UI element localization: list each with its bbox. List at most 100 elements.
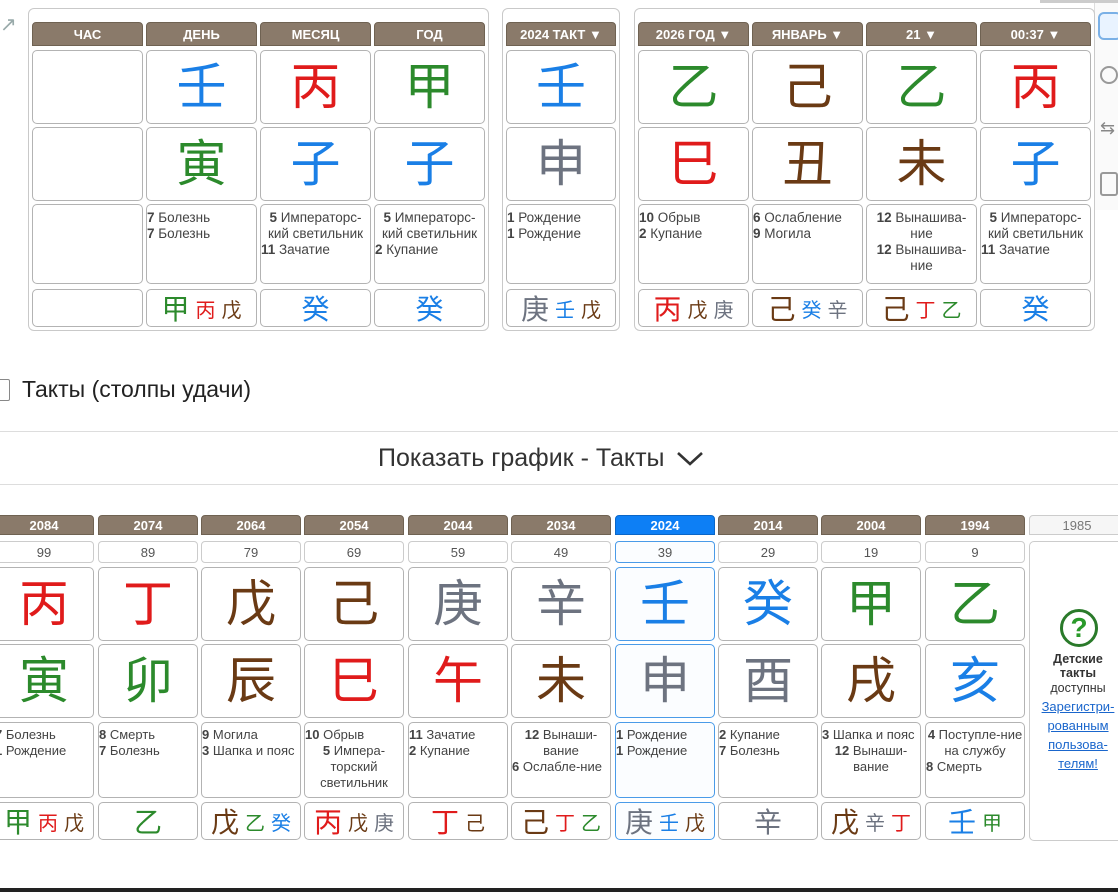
takt-stage-cell: 1 Рождение 1 Рождение [615,722,715,798]
takt-branch-cell[interactable]: 未 [511,644,611,718]
takt-stem-cell[interactable]: 己 [304,567,404,641]
time-dropdown[interactable]: 00:37 ▼ [980,22,1091,46]
takt-branch-cell[interactable]: 酉 [718,644,818,718]
takt-stem-cell[interactable]: 戊 [201,567,301,641]
section-title: Такты (столпы удачи) [22,376,252,402]
day-dropdown[interactable]: 21 ▼ [866,22,977,46]
takt-age: 69 [304,541,404,563]
takt-stem-cell[interactable]: 乙 [925,567,1025,641]
earthly-branch-cell[interactable]: 申 [506,127,616,201]
life-stage-cell: 12 Вынашива-ние 12 Вынашива-ние [866,204,977,284]
takt-branch-cell[interactable]: 申 [615,644,715,718]
takt-stem-cell[interactable]: 壬 [615,567,715,641]
takt-stem-cell[interactable]: 庚 [408,567,508,641]
branch-glyph: 辰 [226,652,276,710]
life-stage-text: 5 Императорс-кий светильник [987,210,1084,241]
hidden-stem: 乙 [941,297,962,322]
takt-stage-cell: 11 Зачатие 2 Купание [408,722,508,798]
stem-glyph: 乙 [950,575,1000,633]
takt-stem-cell[interactable]: 甲 [821,567,921,641]
hidden-stem: 戊 [210,806,239,839]
earthly-branch-cell[interactable]: 丑 [752,127,863,201]
heavenly-stem-cell[interactable] [32,50,143,124]
life-stage-cell: 7 Болезнь 7 Болезнь [146,204,257,284]
takt-year-tab[interactable]: 2074 [98,515,198,535]
earthly-branch-cell[interactable]: 子 [374,127,485,201]
takt-age: 79 [201,541,301,563]
life-stage-text: 12 Вынаши-вание [524,727,598,758]
heavenly-stem-cell[interactable]: 乙 [866,50,977,124]
register-link[interactable]: Зарегистри-рованным пользова-телям! [1038,697,1118,773]
heavenly-stem-cell[interactable]: 壬 [146,50,257,124]
takt-year-tab[interactable]: 2014 [718,515,818,535]
heavenly-stem-cell[interactable]: 壬 [506,50,616,124]
life-stage-cell: 1 Рождение 1 Рождение [506,204,616,284]
takt-age: 59 [408,541,508,563]
takt-year-dropdown[interactable]: 2024 ТАКТ ▼ [506,22,616,46]
heavenly-stem-cell[interactable]: 乙 [638,50,749,124]
heavenly-stem-cell[interactable]: 丙 [260,50,371,124]
earthly-branch-cell[interactable]: 巳 [638,127,749,201]
hidden-stems-cell: 癸 [260,289,371,327]
calendar-add-icon[interactable] [1100,172,1118,196]
hidden-stem: 戊 [687,297,708,322]
life-stage-text: 5 Императорс-кий светильник [381,210,478,241]
takt-stem-cell[interactable]: 辛 [511,567,611,641]
hidden-stem: 壬 [555,297,575,322]
heavenly-stem-cell[interactable]: 己 [752,50,863,124]
hidden-stems-cell: 癸 [374,289,485,327]
takt-branch-cell[interactable]: 戌 [821,644,921,718]
stem-glyph: 丙 [1010,58,1061,116]
life-stage-cell: 6 Ослабление 9 Могила [752,204,863,284]
month-dropdown[interactable]: ЯНВАРЬ ▼ [752,22,863,46]
takt-year-tab[interactable]: 2054 [304,515,404,535]
takt-branch-cell[interactable]: 巳 [304,644,404,718]
hidden-stem: 庚 [624,806,653,839]
life-stage-text: 12 Вынашива-ние [876,210,967,241]
stem-glyph: 甲 [404,58,455,116]
life-stage-cell: 10 Обрыв 2 Купание [638,204,749,284]
takt-stem-cell[interactable]: 丁 [98,567,198,641]
takt-year-tab[interactable]: 2024 [615,515,715,535]
help-icon[interactable]: ? [1060,609,1098,647]
hidden-stem: 辛 [827,297,848,322]
takt-year-tab[interactable]: 2004 [821,515,921,535]
hidden-stem: 甲 [161,293,190,326]
section-checkbox[interactable] [0,379,10,401]
clock-icon[interactable] [1098,12,1118,40]
takt-branch-cell[interactable]: 寅 [0,644,94,718]
life-stage-text: 2 Купание [719,727,780,742]
hidden-stem: 己 [767,293,796,326]
hidden-stem: 壬 [947,806,976,839]
earthly-branch-cell[interactable]: 子 [980,127,1091,201]
takt-branch-cell[interactable]: 午 [408,644,508,718]
takt-branch-cell[interactable]: 卯 [98,644,198,718]
takt-year-tab[interactable]: 2044 [408,515,508,535]
life-stage-text: 11 Зачатие [981,242,1050,257]
show-chart-toggle[interactable]: Показать график - Такты [378,441,705,475]
earthly-branch-cell[interactable]: 寅 [146,127,257,201]
earthly-branch-cell[interactable]: 子 [260,127,371,201]
takt-stem-cell[interactable]: 癸 [718,567,818,641]
heavenly-stem-cell[interactable]: 甲 [374,50,485,124]
takt-branch-cell[interactable]: 辰 [201,644,301,718]
year-dropdown[interactable]: 2026 ГОД ▼ [638,22,749,46]
external-link-icon[interactable]: ↗ [0,12,22,42]
takt-age: 99 [0,541,94,563]
heavenly-stem-cell[interactable]: 丙 [980,50,1091,124]
takt-year-tab[interactable]: 2064 [201,515,301,535]
takt-hidden-stems: 丁己 [408,802,508,840]
arrows-icon[interactable]: ⇆ [1100,118,1115,139]
earthly-branch-cell[interactable] [32,127,143,201]
earthly-branch-cell[interactable]: 未 [866,127,977,201]
takt-branch-cell[interactable]: 亥 [925,644,1025,718]
hidden-stem: 丙 [195,297,216,322]
takt-year-tab[interactable]: 2084 [0,515,94,535]
life-stage-cell: 5 Императорс-кий светильник 11 Зачатие [980,204,1091,284]
stem-glyph: 壬 [536,58,586,116]
bottom-divider [0,888,1118,892]
timer-icon[interactable] [1100,66,1118,84]
takt-year-tab[interactable]: 2034 [511,515,611,535]
takt-year-tab[interactable]: 1994 [925,515,1025,535]
takt-stem-cell[interactable]: 丙 [0,567,94,641]
